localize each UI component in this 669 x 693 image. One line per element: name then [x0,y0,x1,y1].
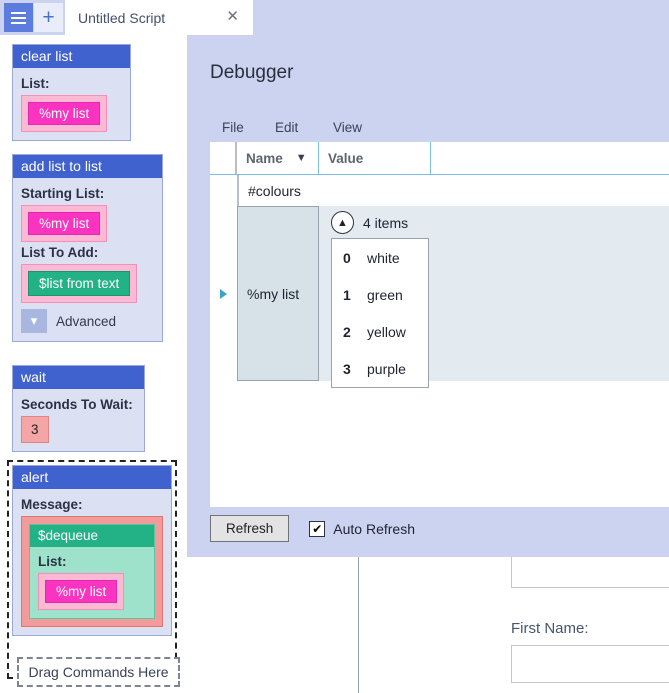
chevron-up-circle-icon[interactable]: ▲ [331,211,354,234]
tab-bar: + Untitled Script ✕ [0,0,669,35]
menu-item-edit[interactable]: Edit [275,120,298,135]
block-title: clear list [13,45,130,68]
advanced-label: Advanced [56,314,116,329]
script-canvas: clear list List: %my list add list to li… [0,35,187,693]
column-header-value[interactable]: Value [319,142,431,174]
message-slot[interactable]: $dequeue List: %my list [21,516,163,627]
auto-refresh-label: Auto Refresh [333,521,415,537]
page-title: Debugger [210,62,293,84]
variables-table: Name ▼ Value #colours %my list ▲ 4 items [210,142,669,507]
cell-name[interactable]: %my list [237,206,319,381]
variable-slot[interactable]: %my list [21,95,107,132]
block-title: wait [13,366,144,389]
cell-value: ▲ 4 items 0 white 1 green 2 yellow [319,206,669,381]
column-header-name[interactable]: Name ▼ [237,142,319,174]
item-index: 1 [343,287,367,303]
variable-chip-my-list[interactable]: %my list [28,102,100,125]
block-title: add list to list [13,155,162,178]
debugger-footer: Refresh ✔ Auto Refresh [210,515,415,542]
variable-slot[interactable]: %my list [21,205,107,242]
column-header-name-label: Name [246,151,283,166]
chevron-down-icon[interactable]: ▾ [21,309,47,333]
field-label-message: Message: [21,497,163,512]
hamburger-icon [11,9,26,27]
block-title: alert [13,466,171,489]
items-list: 0 white 1 green 2 yellow 3 purple [331,238,429,388]
first-name-label: First Name: [511,620,589,637]
items-count-label: 4 items [363,215,408,231]
row-gutter[interactable] [210,206,237,381]
field-label-list: List: [21,76,122,91]
hamburger-menu-button[interactable] [4,3,33,32]
drop-zone[interactable]: Drag Commands Here [17,657,180,687]
variable-chip-my-list[interactable]: %my list [45,580,117,603]
list-item[interactable]: 1 green [332,276,428,313]
row-gutter [210,175,239,206]
close-icon[interactable]: ✕ [226,9,239,24]
column-header-gutter [210,142,237,174]
command-block-clear-list[interactable]: clear list List: %my list [12,44,131,141]
column-header-value-label: Value [328,151,363,166]
menu-item-file[interactable]: File [222,120,244,135]
item-value: purple [367,361,406,377]
command-block-alert[interactable]: alert Message: $dequeue List: %my list [12,465,172,636]
variable-slot[interactable]: %my list [38,573,124,610]
plus-icon: + [42,7,54,28]
number-input-seconds[interactable]: 3 [21,416,49,443]
list-item[interactable]: 2 yellow [332,313,428,350]
function-block-dequeue[interactable]: $dequeue List: %my list [29,524,155,619]
item-index: 0 [343,250,367,266]
item-value: white [367,250,400,266]
item-index: 3 [343,361,367,377]
block-body: Seconds To Wait: 3 [13,389,144,451]
first-name-input[interactable] [511,645,669,683]
item-index: 2 [343,324,367,340]
command-block-add-list-to-list[interactable]: add list to list Starting List: %my list… [12,154,163,342]
block-body: Message: $dequeue List: %my list [13,489,171,635]
column-header-blank [431,142,669,174]
advanced-toggle[interactable]: ▾ Advanced [21,309,154,333]
debugger-panel: Debugger File Edit View Name ▼ Value #co… [187,35,669,557]
tab-untitled-script[interactable]: Untitled Script ✕ [65,0,253,35]
table-row[interactable]: %my list ▲ 4 items 0 white 1 green [210,206,669,381]
table-header-row: Name ▼ Value [210,142,669,175]
function-block-title: $dequeue [30,525,154,547]
new-tab-button[interactable]: + [34,3,63,32]
field-label-starting-list: Starting List: [21,186,154,201]
group-row-label: #colours [239,183,301,199]
list-item[interactable]: 0 white [332,239,428,276]
function-block-body: List: %my list [30,547,154,618]
menu-item-view[interactable]: View [333,120,362,135]
function-chip-list-from-text[interactable]: $list from text [28,271,130,296]
item-value: green [367,287,403,303]
filter-icon[interactable]: ▼ [296,152,307,164]
field-label-seconds-to-wait: Seconds To Wait: [21,397,136,412]
auto-refresh-toggle[interactable]: ✔ Auto Refresh [309,521,415,537]
drop-zone-label: Drag Commands Here [28,664,168,680]
command-block-wait[interactable]: wait Seconds To Wait: 3 [12,365,145,452]
triangle-right-icon[interactable] [220,289,227,299]
variable-chip-my-list[interactable]: %my list [28,212,100,235]
block-body: List: %my list [13,68,130,140]
list-item[interactable]: 3 purple [332,350,428,387]
checkbox-auto-refresh[interactable]: ✔ [309,521,325,537]
form-divider [358,557,359,693]
function-slot[interactable]: $list from text [21,264,137,303]
refresh-button[interactable]: Refresh [210,515,289,542]
tab-label: Untitled Script [78,10,165,26]
item-value: yellow [367,324,406,340]
table-group-row[interactable]: #colours [210,175,669,206]
block-body: Starting List: %my list List To Add: $li… [13,178,162,341]
field-label-list: List: [38,554,146,569]
background-text-field-upper[interactable] [511,556,669,588]
items-header[interactable]: ▲ 4 items [331,211,669,234]
field-label-list-to-add: List To Add: [21,245,154,260]
